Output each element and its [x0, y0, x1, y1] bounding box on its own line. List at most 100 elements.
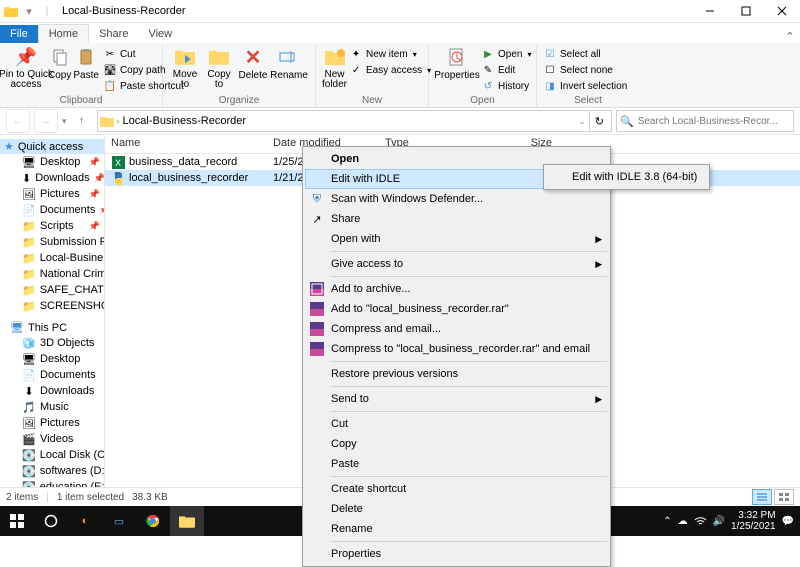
ctx-scan-defender[interactable]: ⛨Scan with Windows Defender... [305, 189, 608, 209]
taskbar-app-1[interactable]: ◐ [68, 506, 102, 536]
ctx-add-archive[interactable]: Add to archive... [305, 279, 608, 299]
ctx-delete[interactable]: Delete [305, 499, 608, 519]
ctx-restore-versions[interactable]: Restore previous versions [305, 364, 608, 384]
folder-icon: 📁 [22, 251, 36, 265]
taskbar-cortana[interactable] [34, 506, 68, 536]
tray-cloud-icon[interactable]: ☁ [678, 516, 688, 527]
crumb-dropdown-icon[interactable]: ⌄ [578, 116, 586, 127]
sidebar-item[interactable]: 📁Local-Busine📌 [12, 250, 104, 266]
sidebar-quick-access[interactable]: ★Quick access [0, 139, 104, 154]
col-name[interactable]: Name [105, 135, 267, 153]
delete-button[interactable]: ✕Delete [237, 46, 269, 90]
select-all-button[interactable]: ☑Select all [543, 46, 633, 62]
sidebar-item[interactable]: 💽Local Disk (C:) [12, 447, 104, 463]
refresh-button[interactable]: ↻ [589, 111, 609, 131]
pc-icon: 🖥 [10, 321, 24, 334]
sidebar-item[interactable]: 📁SAFE_CHAT [12, 282, 104, 298]
taskbar-explorer[interactable] [170, 506, 204, 536]
tray-volume-icon[interactable]: 🔊 [713, 516, 725, 527]
status-item-count: 2 items [6, 492, 38, 503]
sidebar-item[interactable]: 🖼Pictures📌 [12, 186, 104, 202]
ctx-add-rar[interactable]: Add to "local_business_recorder.rar" [305, 299, 608, 319]
copy-to-button[interactable]: Copy to [203, 46, 235, 90]
view-large-icons-button[interactable] [774, 489, 794, 505]
tray-expand-icon[interactable]: ⌃ [663, 516, 671, 527]
nav-forward-button[interactable]: → [34, 109, 58, 133]
sidebar-item[interactable]: 📁National Crimina [12, 266, 104, 282]
new-folder-button[interactable]: New folder [322, 46, 347, 90]
open-group-label: Open [429, 95, 536, 106]
sidebar-item[interactable]: 📁Scripts📌 [12, 218, 104, 234]
minimize-button[interactable] [692, 0, 728, 22]
history-button[interactable]: ↺History [481, 78, 531, 94]
ctx-copy[interactable]: Copy [305, 434, 608, 454]
sidebar-item[interactable]: 📄Documents📌 [12, 202, 104, 218]
sidebar-item[interactable]: 🧊3D Objects [12, 335, 104, 351]
ctx-send-to[interactable]: Send to▶ [305, 389, 608, 409]
taskbar-chrome[interactable] [136, 506, 170, 536]
sidebar-item[interactable]: ⬇Downloads📌 [12, 170, 104, 186]
tab-view[interactable]: View [138, 25, 182, 43]
search-input[interactable]: 🔍 Search Local-Business-Recor... [616, 110, 794, 132]
sidebar-item[interactable]: 📁Submission P📌 [12, 234, 104, 250]
start-button[interactable] [0, 506, 34, 536]
close-button[interactable] [764, 0, 800, 22]
sidebar-item[interactable]: 🖥Desktop📌 [12, 154, 104, 170]
sidebar-item[interactable]: 🎵Music [12, 399, 104, 415]
ctx-properties[interactable]: Properties [305, 544, 608, 564]
context-submenu: Edit with IDLE 3.8 (64-bit) [543, 164, 710, 190]
new-item-button[interactable]: ✦New item▾ [349, 46, 431, 62]
nav-up-button[interactable]: ↑ [71, 110, 93, 132]
tab-home[interactable]: Home [38, 24, 89, 43]
open-icon: ▶ [481, 47, 495, 61]
sidebar-item[interactable]: 🎬Videos [12, 431, 104, 447]
rename-button[interactable]: Rename [271, 46, 307, 90]
ctx-paste[interactable]: Paste [305, 454, 608, 474]
ctx-cut[interactable]: Cut [305, 414, 608, 434]
breadcrumb-segment[interactable]: Local-Business-Recorder [123, 115, 247, 127]
edit-button[interactable]: ✎Edit [481, 62, 531, 78]
tray-clock[interactable]: 3:32 PM 1/25/2021 [731, 510, 776, 532]
taskbar-app-2[interactable]: ▭ [102, 506, 136, 536]
ctx-give-access[interactable]: Give access to▶ [305, 254, 608, 274]
ctx-compress-to[interactable]: Compress to "local_business_recorder.rar… [305, 339, 608, 359]
submenu-edit-idle-38[interactable]: Edit with IDLE 3.8 (64-bit) [546, 167, 707, 187]
sidebar-item[interactable]: 💽softwares (D:) [12, 463, 104, 479]
open-button[interactable]: ▶Open▾ [481, 46, 531, 62]
tab-share[interactable]: Share [89, 25, 138, 43]
easy-access-button[interactable]: ✓Easy access▾ [349, 62, 431, 78]
sidebar-item[interactable]: 🖥Desktop [12, 351, 104, 367]
pin-icon: 📌 [94, 173, 104, 184]
ctx-compress-email[interactable]: Compress and email... [305, 319, 608, 339]
copy-button[interactable]: Copy [48, 46, 71, 94]
tray-wifi-icon[interactable] [694, 516, 707, 526]
move-to-button[interactable]: Move to [169, 46, 201, 90]
nav-back-button[interactable]: ← [6, 109, 30, 133]
context-menu: Open Edit with IDLE▶ ⛨Scan with Windows … [302, 146, 611, 567]
address-bar-row: ← → ▾ ↑ › Local-Business-Recorder ⌄ ↻ 🔍 … [0, 108, 800, 135]
select-none-button[interactable]: ☐Select none [543, 62, 633, 78]
chevron-right-icon: ▶ [595, 234, 602, 245]
paste-button[interactable]: Paste [73, 46, 99, 94]
tab-file[interactable]: File [0, 25, 38, 43]
invert-selection-button[interactable]: ◨Invert selection [543, 78, 633, 94]
sidebar-item[interactable]: 💽education (E:) [12, 479, 104, 487]
sidebar-item[interactable]: 🖼Pictures [12, 415, 104, 431]
ctx-rename[interactable]: Rename [305, 519, 608, 539]
breadcrumb[interactable]: › Local-Business-Recorder ⌄ ↻ [97, 110, 612, 132]
properties-button[interactable]: Properties [435, 46, 479, 94]
sidebar-item[interactable]: ⬇Downloads [12, 383, 104, 399]
pin-quick-access-button[interactable]: 📌Pin to Quick access [6, 46, 46, 94]
nav-recent-button[interactable]: ▾ [62, 116, 67, 127]
ctx-share[interactable]: ↗Share [305, 209, 608, 229]
ribbon: 📌Pin to Quick access Copy Paste ✂Cut 🛣Co… [0, 43, 800, 108]
view-details-button[interactable] [752, 489, 772, 505]
tray-notifications-icon[interactable]: 💬 [782, 516, 794, 527]
sidebar-item[interactable]: 📁SCREENSHOTS [12, 298, 104, 314]
ribbon-collapse-button[interactable]: ⌃ [780, 30, 800, 43]
sidebar-item[interactable]: 📄Documents [12, 367, 104, 383]
ctx-create-shortcut[interactable]: Create shortcut [305, 479, 608, 499]
maximize-button[interactable] [728, 0, 764, 22]
ctx-open-with[interactable]: Open with▶ [305, 229, 608, 249]
sidebar-this-pc[interactable]: 🖥This PC [0, 320, 104, 335]
